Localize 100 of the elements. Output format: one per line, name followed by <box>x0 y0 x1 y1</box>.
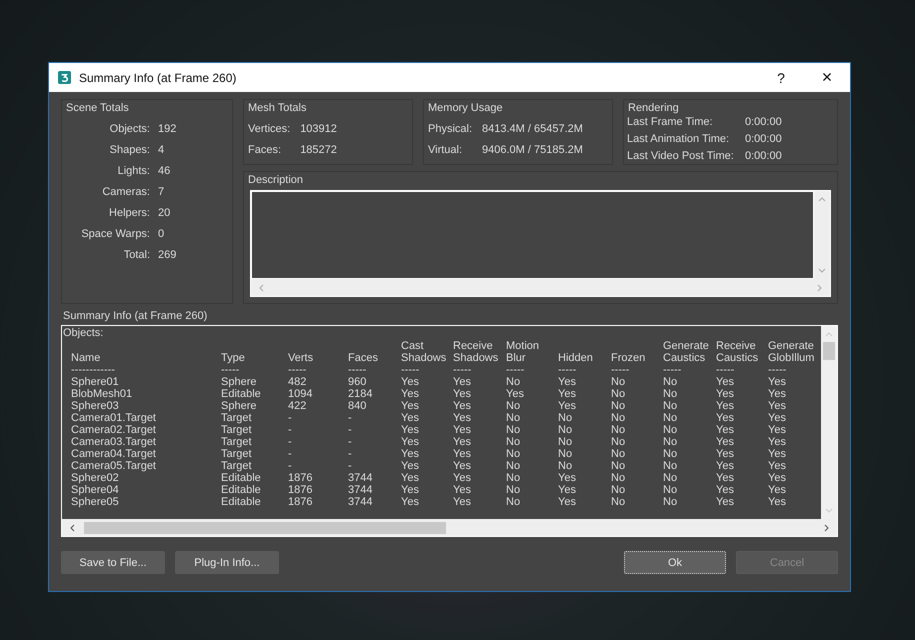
table-cell-text: Yes <box>401 436 420 448</box>
table-cell-text: Yes <box>401 472 420 484</box>
table-cell-text: Yes <box>716 424 735 436</box>
stat-value: 20 <box>158 207 172 219</box>
header-rule: ----- <box>348 364 368 376</box>
table-cell-text: No <box>506 424 522 436</box>
stat-value: 4 <box>158 144 166 156</box>
help-button[interactable]: ? <box>758 63 804 92</box>
table-cell-text: No <box>506 460 522 472</box>
table-cell-text: Sphere02 <box>71 472 120 484</box>
group-title: Description <box>248 174 304 186</box>
column-header: Generate <box>663 340 710 352</box>
table-cell-text: No <box>506 472 522 484</box>
stat-label: Last Frame Time: <box>627 116 714 128</box>
stat-label: Shapes: <box>108 144 150 156</box>
column-header: Shadows <box>401 352 448 364</box>
table-cell-text: No <box>611 484 626 496</box>
table-cell-text: Yes <box>768 388 787 400</box>
table-cell-text: Yes <box>716 460 735 472</box>
stat-label: Vertices: <box>248 123 290 135</box>
table-cell-text: No <box>663 388 678 400</box>
table-cell-text: Sphere01 <box>71 376 120 388</box>
table-cell-text: - <box>288 448 293 460</box>
stat-label: Physical: <box>428 123 472 135</box>
table-cell-text: Yes <box>716 496 735 508</box>
table-cell-text: No <box>558 460 574 472</box>
table-cell-text: Yes <box>558 472 577 484</box>
stat-label: Objects: <box>108 123 150 135</box>
table-cell-text: 1094 <box>288 388 314 400</box>
table-cell-text: Sphere03 <box>71 400 120 412</box>
table-cell-text: Camera02.Target <box>71 424 157 436</box>
stat-label: Faces: <box>248 144 282 156</box>
table-cell-text: Target <box>221 436 253 448</box>
stat-value: 0 <box>158 228 166 240</box>
dialog-button[interactable]: Ok <box>624 551 726 574</box>
table-cell-text: No <box>558 448 574 460</box>
table-cell-text: No <box>611 412 626 424</box>
table-cell-text: Yes <box>453 424 472 436</box>
table-cell-text: No <box>558 436 574 448</box>
table-cell-text: Camera01.Target <box>71 412 157 424</box>
table-cell-text: 422 <box>288 400 308 412</box>
table-cell-text: Yes <box>506 388 525 400</box>
column-header: Type <box>221 352 246 364</box>
dialog-button[interactable]: Plug-In Info... <box>175 551 279 574</box>
table-cell-text: No <box>611 460 626 472</box>
table-cell-text: Yes <box>716 388 735 400</box>
table-cell-text: - <box>348 436 353 448</box>
dialog-button[interactable]: Save to File... <box>61 551 165 574</box>
scroll-thumb[interactable] <box>84 522 446 534</box>
listing-heading: Objects: <box>63 327 104 340</box>
scroll-thumb[interactable] <box>823 342 835 360</box>
description-field[interactable] <box>250 190 831 297</box>
column-header: Hidden <box>558 352 594 364</box>
table-cell-text: No <box>506 448 522 460</box>
table-cell-text: Yes <box>558 400 577 412</box>
table-cell-text: 3744 <box>348 472 374 484</box>
table-cell-text: Yes <box>453 388 472 400</box>
table-cell-text: No <box>663 472 678 484</box>
header-rule: ----- <box>506 364 526 376</box>
group-title: Memory Usage <box>428 102 504 114</box>
section-title: Summary Info (at Frame 260) <box>63 310 208 322</box>
table-cell-text: No <box>611 448 626 460</box>
table-cell-text: No <box>663 412 678 424</box>
window-title: Summary Info (at Frame 260) <box>79 70 238 84</box>
table-cell-text: No <box>506 436 522 448</box>
stat-value: 103912 <box>300 123 337 135</box>
table-cell-text: Yes <box>453 436 472 448</box>
header-rule: ------------ <box>71 364 116 376</box>
column-header: Caustics <box>663 352 706 364</box>
table-cell-text: No <box>506 376 522 388</box>
table-cell-text: Camera03.Target <box>71 436 157 448</box>
table-cell-text: Yes <box>401 388 420 400</box>
table-cell-text: 1876 <box>288 496 314 508</box>
stat-label: Last Animation Time: <box>627 133 730 145</box>
header-rule: ----- <box>611 364 630 376</box>
table-cell-text: Yes <box>768 424 787 436</box>
column-header: Faces <box>348 352 379 364</box>
table-cell-text: No <box>611 472 626 484</box>
table-cell-text: No <box>663 436 678 448</box>
table-cell-text: Yes <box>558 388 577 400</box>
header-rule: ----- <box>221 364 240 376</box>
table-cell-text: - <box>348 460 353 472</box>
table-cell-text: 2184 <box>348 388 374 400</box>
table-cell-text: Yes <box>768 496 787 508</box>
column-header: Cast <box>401 340 425 352</box>
stat-value: 0:00:00 <box>745 116 783 128</box>
table-cell-text: Yes <box>716 412 735 424</box>
table-cell-text: No <box>611 376 626 388</box>
table-cell-text: Yes <box>558 376 577 388</box>
column-header: Motion <box>506 340 540 352</box>
table-cell-text: 3744 <box>348 484 374 496</box>
table-cell-text: Yes <box>453 460 472 472</box>
table-cell-text: Editable <box>221 472 262 484</box>
table-cell-text: Editable <box>221 388 262 400</box>
table-cell-text: Editable <box>221 484 262 496</box>
table-cell-text: Sphere <box>221 376 258 388</box>
column-header: Shadows <box>453 352 500 364</box>
table-cell-text: No <box>663 496 678 508</box>
table-cell-text: - <box>348 412 353 424</box>
close-button[interactable]: × <box>804 63 850 92</box>
